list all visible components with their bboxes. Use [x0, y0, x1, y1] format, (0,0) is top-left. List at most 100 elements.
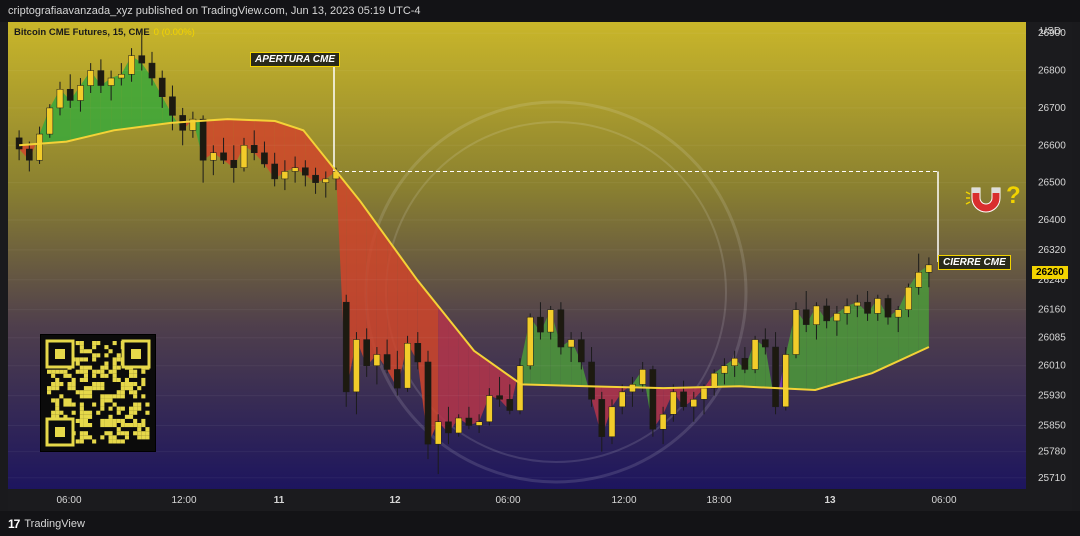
candle-body — [884, 298, 892, 318]
qr-module — [79, 439, 84, 444]
qr-module — [124, 414, 129, 419]
x-tick-label: 12:00 — [171, 495, 196, 506]
qr-module — [79, 431, 84, 436]
qr-module — [108, 423, 113, 428]
candle-body — [169, 96, 176, 116]
chart-area[interactable]: 26900 26800 26700 26600 26500 26400 26320 26240… — [8, 22, 1072, 511]
qr-module — [79, 423, 84, 428]
qr-finder-center — [131, 349, 141, 359]
qr-module — [71, 377, 76, 382]
candle-body — [26, 148, 33, 161]
qr-module — [83, 377, 88, 382]
time-axis-background — [8, 489, 1072, 511]
qr-module — [137, 406, 142, 411]
candle-body — [680, 391, 687, 408]
qr-module — [79, 357, 84, 362]
candle-body — [302, 167, 309, 176]
qr-module — [55, 410, 60, 415]
qr-module — [55, 377, 60, 382]
qr-module — [51, 382, 56, 387]
qr-module — [96, 369, 101, 374]
candle-body — [291, 167, 299, 172]
y-tick-label: 26600 — [1038, 140, 1066, 151]
candle-body — [721, 365, 728, 374]
qr-module — [129, 390, 134, 395]
qr-module — [75, 390, 80, 395]
y-tick-label: 26160 — [1038, 305, 1066, 316]
qr-finder-center — [55, 349, 65, 359]
qr-module — [92, 386, 97, 391]
qr-module — [108, 418, 113, 423]
tradingview-logo-icon[interactable]: 17 TradingView — [8, 517, 85, 531]
qr-module — [116, 431, 121, 436]
qr-module — [55, 382, 60, 387]
candle-body — [199, 118, 207, 161]
qr-module — [75, 361, 80, 366]
qr-module — [100, 365, 105, 370]
qr-module — [79, 390, 84, 395]
candle-body — [465, 417, 473, 426]
qr-module — [51, 398, 56, 403]
candle-body — [36, 133, 43, 161]
qr-module — [133, 410, 138, 415]
candle-body — [312, 174, 319, 183]
candle-body — [659, 414, 667, 430]
candle-body — [87, 70, 94, 86]
published-text: criptografiaavanzada_xyz published on Tr… — [8, 5, 421, 17]
qr-module — [141, 435, 146, 440]
qr-module — [104, 361, 109, 366]
qr-module — [116, 439, 121, 444]
candle-body — [77, 85, 84, 101]
qr-module — [79, 377, 84, 382]
candle-body — [537, 316, 544, 333]
y-tick-label: 26320 — [1038, 245, 1066, 256]
candle-body — [639, 369, 646, 385]
qr-module — [88, 414, 93, 419]
candle-body — [557, 309, 565, 348]
qr-module — [79, 406, 84, 411]
qr-module — [92, 369, 97, 374]
qr-module — [67, 373, 72, 378]
qr-module — [100, 402, 105, 407]
candle-body — [762, 339, 769, 348]
qr-module — [145, 427, 150, 432]
qr-module — [55, 386, 60, 391]
x-tick-label: 12:00 — [611, 495, 636, 506]
y-tick-label: 26800 — [1038, 66, 1066, 77]
candle-body — [700, 387, 708, 400]
bottom-bar: 17 TradingView — [0, 511, 1080, 536]
tv-mark-icon: 17 — [8, 517, 20, 531]
candle-body — [782, 354, 790, 408]
qr-module — [133, 402, 138, 407]
qr-module — [129, 410, 134, 415]
qr-module — [112, 369, 117, 374]
qr-module — [59, 369, 64, 374]
price-chart[interactable]: 2690026800267002660026500264002632026240… — [8, 22, 1072, 511]
qr-module — [108, 435, 113, 440]
candle-body — [148, 62, 156, 79]
qr-module — [145, 410, 150, 415]
qr-module — [100, 435, 105, 440]
qr-module — [129, 373, 134, 378]
x-tick-label: 12 — [389, 495, 401, 506]
cloud-segment — [826, 313, 837, 387]
qr-module — [79, 345, 84, 350]
candle-body — [506, 399, 514, 411]
qr-module — [116, 390, 121, 395]
candle-body — [158, 77, 166, 97]
qr-module — [124, 431, 129, 436]
candle-body — [353, 339, 360, 393]
chart-legend[interactable]: Bitcoin CME Futures, 15, CME 0 (0.00%) — [14, 27, 195, 38]
qr-module — [59, 382, 64, 387]
qr-module — [137, 435, 142, 440]
qr-module — [75, 341, 80, 346]
qr-module — [88, 386, 93, 391]
qr-module — [129, 423, 134, 428]
qr-module — [108, 394, 113, 399]
candle-body — [424, 361, 432, 445]
candle-body — [547, 309, 554, 333]
magnet-icon — [965, 187, 1001, 213]
qr-module — [141, 369, 146, 374]
symbol-label[interactable]: Bitcoin CME Futures, 15, CME — [14, 27, 150, 38]
candle-body — [97, 70, 105, 86]
